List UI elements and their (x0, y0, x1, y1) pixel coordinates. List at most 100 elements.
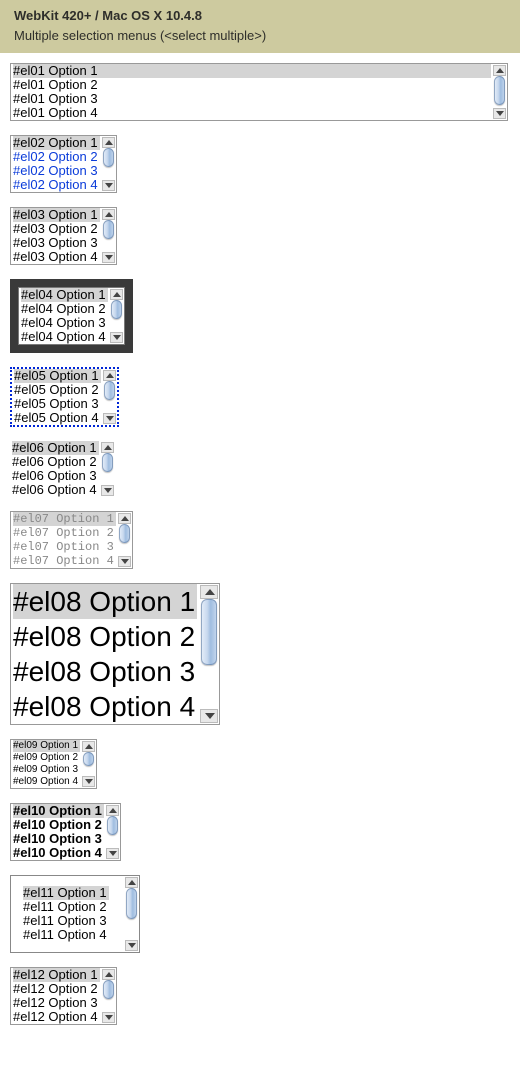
scroll-down-arrow-icon[interactable] (102, 252, 115, 263)
scroll-track[interactable] (103, 381, 116, 413)
scroll-up-arrow-icon[interactable] (102, 209, 115, 220)
scroll-down-arrow-icon[interactable] (82, 776, 95, 787)
option[interactable]: #el01 Option 1 (13, 64, 491, 78)
option[interactable]: #el04 Option 3 (21, 316, 108, 330)
select-multiple-el10[interactable]: #el10 Option 1#el10 Option 2#el10 Option… (10, 803, 121, 861)
scroll-down-arrow-icon[interactable] (125, 940, 138, 951)
option[interactable]: #el09 Option 3 (13, 764, 80, 776)
scrollbar[interactable] (493, 65, 506, 119)
scrollbar[interactable] (103, 370, 116, 424)
option[interactable]: #el03 Option 3 (13, 236, 100, 250)
option[interactable]: #el11 Option 3 (23, 914, 109, 928)
scroll-thumb[interactable] (119, 524, 130, 543)
option[interactable]: #el12 Option 3 (13, 996, 100, 1010)
scroll-up-arrow-icon[interactable] (125, 877, 138, 888)
select-multiple-el11[interactable]: #el11 Option 1#el11 Option 2#el11 Option… (10, 875, 140, 953)
option[interactable]: #el04 Option 1 (21, 288, 108, 302)
scroll-track[interactable] (102, 148, 115, 180)
select-multiple-el08[interactable]: #el08 Option 1#el08 Option 2#el08 Option… (10, 583, 220, 725)
option[interactable]: #el01 Option 3 (13, 92, 491, 106)
option[interactable]: #el06 Option 3 (12, 469, 99, 483)
scroll-up-arrow-icon[interactable] (103, 370, 116, 381)
option[interactable]: #el07 Option 3 (13, 540, 116, 554)
option[interactable]: #el08 Option 2 (13, 619, 197, 654)
option[interactable]: #el03 Option 1 (13, 208, 100, 222)
option[interactable]: #el12 Option 2 (13, 982, 100, 996)
select-multiple-el05[interactable]: #el05 Option 1#el05 Option 2#el05 Option… (10, 367, 119, 427)
scrollbar[interactable] (125, 877, 138, 951)
scroll-down-arrow-icon[interactable] (118, 556, 131, 567)
option[interactable]: #el03 Option 4 (13, 250, 100, 264)
option[interactable]: #el10 Option 2 (13, 818, 104, 832)
select-multiple-el12[interactable]: #el12 Option 1#el12 Option 2#el12 Option… (10, 967, 117, 1025)
select-multiple-el04[interactable]: #el04 Option 1#el04 Option 2#el04 Option… (10, 279, 133, 353)
scroll-down-arrow-icon[interactable] (102, 180, 115, 191)
scroll-track[interactable] (493, 76, 506, 108)
scroll-down-arrow-icon[interactable] (106, 848, 119, 859)
option[interactable]: #el05 Option 4 (14, 411, 101, 425)
option[interactable]: #el08 Option 3 (13, 654, 197, 689)
scroll-up-arrow-icon[interactable] (101, 442, 114, 453)
scroll-up-arrow-icon[interactable] (102, 137, 115, 148)
option[interactable]: #el07 Option 2 (13, 526, 116, 540)
scroll-thumb[interactable] (111, 300, 122, 319)
scroll-thumb[interactable] (126, 888, 137, 919)
scrollbar[interactable] (82, 741, 95, 787)
option[interactable]: #el10 Option 1 (13, 804, 104, 818)
scroll-up-arrow-icon[interactable] (493, 65, 506, 76)
option[interactable]: #el06 Option 1 (12, 441, 99, 455)
select-multiple-el02[interactable]: #el02 Option 1#el02 Option 2#el02 Option… (10, 135, 117, 193)
option[interactable]: #el08 Option 1 (13, 584, 197, 619)
option[interactable]: #el03 Option 2 (13, 222, 100, 236)
scroll-thumb[interactable] (103, 148, 114, 167)
option[interactable]: #el09 Option 2 (13, 752, 80, 764)
select-multiple-el07[interactable]: #el07 Option 1#el07 Option 2#el07 Option… (10, 511, 133, 569)
scroll-track[interactable] (106, 816, 119, 848)
option[interactable]: #el01 Option 4 (13, 106, 491, 120)
scroll-track[interactable] (102, 980, 115, 1012)
option[interactable]: #el02 Option 2 (13, 150, 100, 164)
select-multiple-el01[interactable]: #el01 Option 1#el01 Option 2#el01 Option… (10, 63, 508, 121)
option[interactable]: #el02 Option 3 (13, 164, 100, 178)
scroll-down-arrow-icon[interactable] (200, 709, 218, 723)
option[interactable]: #el11 Option 2 (23, 900, 109, 914)
scroll-up-arrow-icon[interactable] (118, 513, 131, 524)
option[interactable]: #el01 Option 2 (13, 78, 491, 92)
option[interactable]: #el12 Option 1 (13, 968, 100, 982)
scroll-track[interactable] (102, 220, 115, 252)
option[interactable]: #el05 Option 3 (14, 397, 101, 411)
scroll-track[interactable] (125, 888, 138, 940)
option[interactable]: #el11 Option 1 (23, 886, 109, 900)
option[interactable]: #el02 Option 4 (13, 178, 100, 192)
option[interactable]: #el06 Option 4 (12, 483, 99, 497)
option[interactable]: #el09 Option 1 (13, 740, 80, 752)
option[interactable]: #el06 Option 2 (12, 455, 99, 469)
scroll-thumb[interactable] (103, 980, 114, 999)
scrollbar[interactable] (102, 137, 115, 191)
scroll-up-arrow-icon[interactable] (200, 585, 218, 599)
scroll-track[interactable] (200, 599, 218, 709)
scroll-track[interactable] (110, 300, 123, 332)
scroll-track[interactable] (118, 524, 131, 556)
scroll-thumb[interactable] (494, 76, 505, 105)
option[interactable]: #el07 Option 1 (13, 512, 116, 526)
scroll-thumb[interactable] (107, 816, 118, 835)
scroll-track[interactable] (82, 752, 95, 776)
option[interactable]: #el04 Option 4 (21, 330, 108, 344)
scroll-thumb[interactable] (104, 381, 115, 400)
scroll-up-arrow-icon[interactable] (102, 969, 115, 980)
scroll-down-arrow-icon[interactable] (102, 1012, 115, 1023)
scroll-thumb[interactable] (201, 599, 217, 665)
scrollbar[interactable] (110, 289, 123, 343)
option[interactable]: #el04 Option 2 (21, 302, 108, 316)
scrollbar[interactable] (106, 805, 119, 859)
scroll-up-arrow-icon[interactable] (110, 289, 123, 300)
select-multiple-el09[interactable]: #el09 Option 1#el09 Option 2#el09 Option… (10, 739, 97, 789)
scroll-down-arrow-icon[interactable] (110, 332, 123, 343)
scroll-down-arrow-icon[interactable] (493, 108, 506, 119)
option[interactable]: #el09 Option 4 (13, 776, 80, 788)
option[interactable]: #el02 Option 1 (13, 136, 100, 150)
scroll-thumb[interactable] (103, 220, 114, 239)
option[interactable]: #el07 Option 4 (13, 554, 116, 568)
scrollbar[interactable] (101, 442, 114, 496)
